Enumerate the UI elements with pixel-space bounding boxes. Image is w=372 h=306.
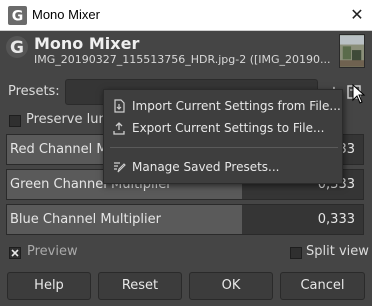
svg-text:G: G [12,9,24,25]
window-titlebar: G Mono Mixer ✕ [0,0,372,31]
import-icon [114,99,125,113]
split-view-checkbox[interactable] [290,246,302,259]
presets-label: Presets: [8,84,60,99]
blue-channel-value[interactable]: 0,333 [318,212,355,227]
preview-label: Preview [27,244,78,259]
preview-option[interactable]: Preview [9,244,78,260]
edit-icon [114,162,126,173]
menu-item-export[interactable]: Export Current Settings to File... [104,118,342,140]
cancel-button[interactable]: Cancel [280,272,365,300]
menu-item-import[interactable]: Import Current Settings from File... [104,96,342,118]
gimp-logo-icon: G [6,36,28,58]
ok-button[interactable]: OK [189,272,273,300]
export-icon [113,122,125,135]
svg-text:G: G [10,38,24,58]
dialog-title: Mono Mixer [34,34,140,53]
reset-button[interactable]: Reset [98,272,182,300]
split-view-option[interactable]: Split view [290,244,369,260]
preserve-luminosity-option[interactable]: Preserve luminosity [9,112,154,129]
split-view-label: Split view [306,244,369,259]
window-title: Mono Mixer [32,7,100,22]
preset-menu-popup: Import Current Settings from File... Exp… [103,89,343,184]
menu-separator [110,147,338,148]
close-icon[interactable]: ✕ [348,6,366,24]
menu-item-export-label: Export Current Settings to File... [132,121,325,135]
menu-item-import-label: Import Current Settings from File... [132,99,341,113]
menu-item-manage-presets[interactable]: Manage Saved Presets... [104,157,342,179]
blue-channel-label: Blue Channel Multiplier [10,212,161,227]
blue-channel-scale[interactable]: Blue Channel Multiplier 0,333 [6,204,364,235]
preview-checkbox[interactable] [9,246,21,259]
dialog-header: G Mono Mixer IMG_20190327_115513756_HDR.… [0,31,372,71]
image-thumbnail [339,34,365,68]
mouse-cursor-icon [352,84,366,104]
menu-item-manage-label: Manage Saved Presets... [132,160,280,174]
check-icon [11,248,19,257]
image-name: IMG_20190327_115513756_HDR.jpg-2 ([IMG_2… [34,53,331,66]
preserve-luminosity-checkbox[interactable] [9,114,21,127]
help-button[interactable]: Help [7,272,91,300]
gimp-app-icon: G [8,6,27,25]
